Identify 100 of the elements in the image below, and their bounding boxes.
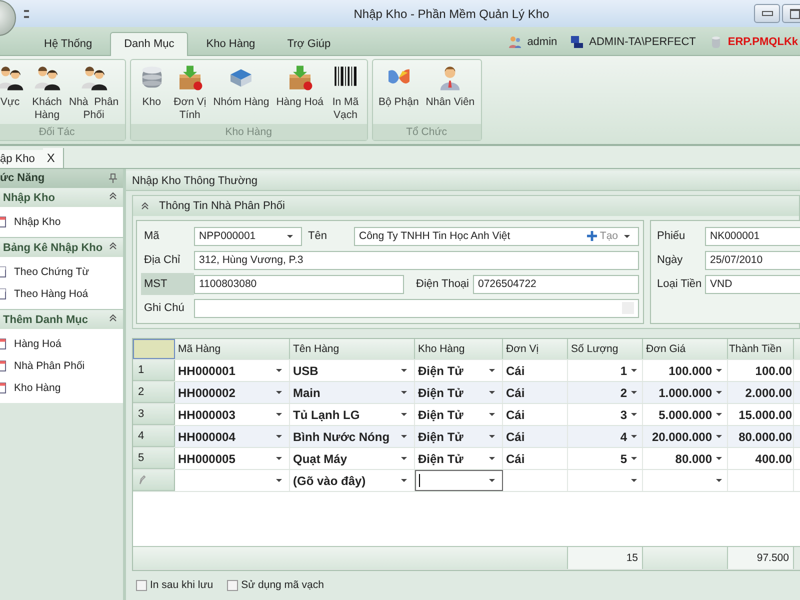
dropdown-icon[interactable] <box>716 391 722 394</box>
column-header[interactable]: Kho Hàng <box>415 339 503 359</box>
create-button[interactable]: Tạo <box>600 230 618 242</box>
dropdown-icon[interactable] <box>716 369 722 372</box>
voucher-field[interactable]: 25/07/2010 <box>705 250 800 270</box>
dropdown-icon[interactable] <box>631 391 637 394</box>
column-header[interactable]: Đơn Vị <box>503 339 568 359</box>
dropdown-icon[interactable] <box>401 369 407 372</box>
checkbox-label[interactable]: In sau khi lưu <box>150 579 214 591</box>
table-cell: Main <box>293 386 320 400</box>
phone-field[interactable]: 0726504722 <box>473 274 639 294</box>
table-cell: 1 <box>620 364 627 378</box>
group-header[interactable]: Nhập Kho <box>0 187 123 207</box>
checkbox[interactable] <box>136 580 147 590</box>
dropdown-icon[interactable] <box>401 391 407 394</box>
dropdown-icon[interactable] <box>716 479 722 482</box>
dropdown-icon[interactable] <box>276 391 282 394</box>
table-cell: Quạt Máy <box>293 452 348 466</box>
collapse-icon[interactable] <box>141 202 149 210</box>
ribbon-button[interactable]: Hàng Hoá <box>273 60 326 124</box>
dropdown-icon[interactable] <box>276 413 282 416</box>
panel-item[interactable]: Nhà Phân Phối <box>14 360 85 372</box>
dropdown-icon[interactable] <box>276 457 282 460</box>
ribbon-button[interactable]: Bộ Phận <box>376 60 422 124</box>
column-header[interactable]: Thành Tiền <box>728 339 794 359</box>
collapse-icon[interactable] <box>109 314 117 322</box>
document-tab[interactable]: ập Kho <box>0 150 43 168</box>
ribbon-button[interactable]: In Mã Vạch <box>328 60 364 124</box>
tax-code-field[interactable]: 1100803080 <box>194 274 404 294</box>
dropdown-icon[interactable] <box>489 369 495 372</box>
note-field[interactable] <box>194 298 639 318</box>
dropdown-icon[interactable] <box>631 413 637 416</box>
dropdown-icon[interactable] <box>401 457 407 460</box>
status-label: admin <box>527 36 558 48</box>
ribbon-button[interactable]: Kho <box>134 60 170 124</box>
quick-access-menu-icon[interactable] <box>24 10 29 18</box>
row-number: 4 <box>133 426 175 447</box>
dropdown-icon[interactable] <box>631 479 637 482</box>
code-dropdown[interactable]: NPP000001 <box>194 226 302 246</box>
ribbon-tab[interactable]: Hệ Thống <box>30 32 106 55</box>
field-label: Ghi Chú <box>143 301 186 316</box>
dropdown-icon[interactable] <box>716 413 722 416</box>
checkbox[interactable] <box>227 580 238 590</box>
dropdown-icon[interactable] <box>489 479 495 482</box>
dropdown-icon[interactable] <box>716 457 722 460</box>
ribbon-tab[interactable]: Kho Hàng <box>192 32 270 55</box>
ribbon-tab[interactable]: Danh Mục <box>110 32 188 56</box>
dropdown-icon[interactable] <box>489 435 495 438</box>
table-cell: Cái <box>506 386 525 400</box>
dropdown-icon[interactable] <box>276 435 282 438</box>
checkbox-label[interactable]: Sử dụng mã vạch <box>241 579 324 591</box>
ribbon-button[interactable]: Nhà Phân Phối <box>66 60 122 124</box>
dropdown-icon[interactable] <box>631 457 637 460</box>
status-label: ERP.PMQLKk <box>728 36 798 48</box>
dropdown-icon[interactable] <box>489 391 495 394</box>
panel-item[interactable]: Theo Hàng Hoá <box>14 288 88 300</box>
dropdown-icon[interactable] <box>631 369 637 372</box>
table-cell: Cái <box>506 430 525 444</box>
people-icon <box>80 64 108 92</box>
dropdown-icon[interactable] <box>276 369 282 372</box>
table-cell: 5 <box>620 452 627 466</box>
minimize-button[interactable] <box>754 4 780 23</box>
form-title: Nhập Kho Thông Thường <box>126 171 800 191</box>
dropdown-icon[interactable] <box>276 479 282 482</box>
dropdown-icon[interactable] <box>716 435 722 438</box>
field-label: Ngày <box>656 254 684 266</box>
column-header[interactable]: Số Lượng <box>568 339 643 359</box>
column-header[interactable]: Đơn Giá <box>643 339 728 359</box>
dropdown-icon[interactable] <box>489 413 495 416</box>
ribbon-group-title: Tổ Chức <box>372 124 481 140</box>
column-header[interactable]: Tên Hàng <box>290 339 415 359</box>
collapse-icon[interactable] <box>109 242 117 250</box>
ribbon-button[interactable]: Đơn Vị Tính <box>170 60 210 124</box>
dropdown-icon[interactable] <box>401 479 407 482</box>
panel-item[interactable]: Kho Hàng <box>14 382 61 394</box>
ribbon-tab[interactable]: Trợ Giúp <box>273 32 345 55</box>
dropdown-icon[interactable] <box>631 435 637 438</box>
group-header[interactable]: Thêm Danh Mục <box>0 309 123 329</box>
dropdown-icon[interactable] <box>401 435 407 438</box>
dropdown-icon[interactable] <box>401 413 407 416</box>
voucher-field[interactable]: VND <box>705 274 800 294</box>
pin-icon[interactable] <box>109 173 117 183</box>
dropdown-icon[interactable] <box>489 457 495 460</box>
field-label: Địa Chỉ <box>143 253 182 268</box>
panel-item[interactable]: Nhập Kho <box>14 216 61 228</box>
voucher-field[interactable]: NK000001 <box>705 226 800 246</box>
panel-item[interactable]: Hàng Hoá <box>14 338 62 350</box>
ribbon-button[interactable]: Nhóm Hàng <box>210 60 272 124</box>
panel-item[interactable]: Theo Chứng Từ <box>14 266 90 278</box>
ribbon-button[interactable]: Nhân Viên <box>422 60 478 124</box>
table-cell: Cái <box>506 408 525 422</box>
group-header[interactable]: Bảng Kê Nhập Kho <box>0 237 123 257</box>
ribbon-button[interactable]: Vực <box>0 60 28 124</box>
address-field[interactable]: 312, Hùng Vương, P.3 <box>194 250 639 270</box>
ribbon-button[interactable]: Khách Hàng <box>29 60 65 124</box>
table-cell: Điện Tử <box>418 430 464 444</box>
collapse-icon[interactable] <box>109 192 117 200</box>
close-button[interactable]: X <box>42 148 64 168</box>
column-header[interactable]: Mã Hàng <box>175 339 290 359</box>
name-dropdown[interactable]: Công Ty TNHH Tin Học Anh Việt Tạo <box>354 226 639 246</box>
